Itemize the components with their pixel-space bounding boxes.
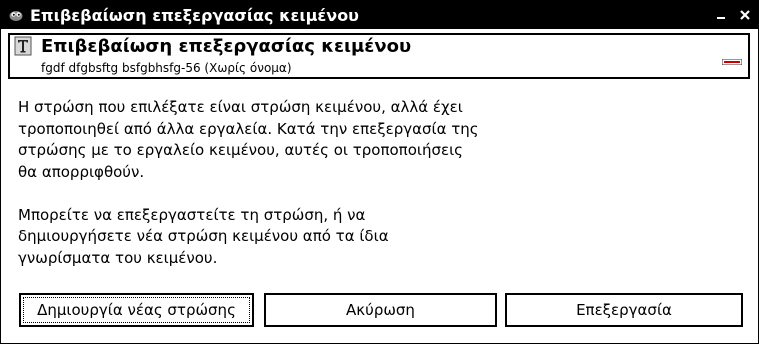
window-controls: [714, 1, 752, 29]
gimp-app-icon: [8, 7, 24, 23]
button-row: Δημιουργία νέας στρώσης Ακύρωση Επεξεργα…: [19, 293, 743, 327]
message-paragraph-warning: Η στρώση που επιλέξατε είναι στρώση κειμ…: [18, 98, 479, 181]
cancel-button[interactable]: Ακύρωση: [264, 293, 497, 327]
dialog-window: Επιβεβαίωση επεξεργασίας κειμένου Επιβεβ…: [0, 0, 759, 344]
dialog-message: Η στρώση που επιλέξατε είναι στρώση κειμ…: [18, 97, 718, 269]
message-paragraph-options: Μπορείτε να επεξεργαστείτε τη στρώση, ή …: [18, 205, 389, 267]
minimize-icon[interactable]: [714, 8, 728, 22]
edit-button[interactable]: Επεξεργασία: [505, 293, 743, 327]
new-layer-button[interactable]: Δημιουργία νέας στρώσης: [19, 293, 254, 327]
close-icon[interactable]: [738, 8, 752, 22]
dialog-header: Επιβεβαίωση επεξεργασίας κειμένου fgdf d…: [8, 33, 750, 79]
header-subtitle: fgdf dfgbsftg bsfgbhsfg-56 (Χωρίς όνομα): [41, 61, 292, 75]
text-tool-icon: [14, 36, 32, 56]
header-title: Επιβεβαίωση επεξεργασίας κειμένου: [41, 36, 412, 57]
title-bar[interactable]: Επιβεβαίωση επεξεργασίας κειμένου: [1, 1, 758, 29]
window-title: Επιβεβαίωση επεξεργασίας κειμένου: [30, 5, 359, 25]
image-thumbnail: [721, 50, 743, 66]
